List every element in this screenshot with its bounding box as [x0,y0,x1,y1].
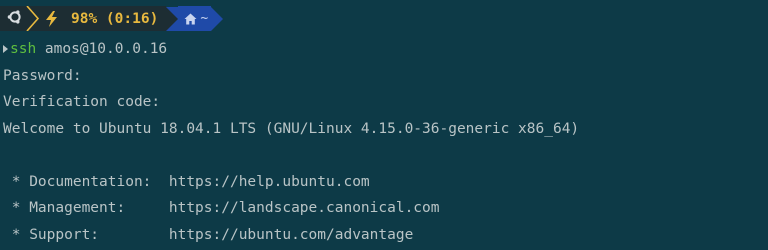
prompt-caret-icon [3,45,8,54]
output-line: * Documentation: https://help.ubuntu.com [3,173,370,190]
directory-segment: ~ [178,6,212,31]
command-name: ssh [10,41,37,57]
current-directory: ~ [200,11,209,26]
output-line: Welcome to Ubuntu 18.04.1 LTS (GNU/Linux… [3,120,580,137]
terminal-window[interactable]: 98% (0:16) ~ ssh amos@10.0.0.16 Password… [0,0,768,250]
output-line: Password: [3,67,82,84]
lightning-bolt-icon [44,10,59,27]
command-args: amos@10.0.0.16 [36,41,168,57]
output-line: Verification code: [3,94,161,110]
terminal-output[interactable]: ssh amos@10.0.0.16 Password: Verificatio… [3,36,579,248]
ubuntu-logo-icon [7,9,23,29]
output-line: * Management: https://landscape.canonica… [3,200,440,216]
home-icon [184,13,197,25]
battery-segment: 98% (0:16) [26,6,167,31]
battery-status: 98% (0:16) [71,10,159,27]
output-line: * Support: https://ubuntu.com/advantage [3,226,414,243]
prompt-bar: 98% (0:16) ~ [0,6,224,31]
segment-separator-icon [26,6,40,31]
segment-arrow [166,6,179,31]
segment-arrow-end [211,6,224,31]
command-line: ssh amos@10.0.0.16 [3,36,579,63]
